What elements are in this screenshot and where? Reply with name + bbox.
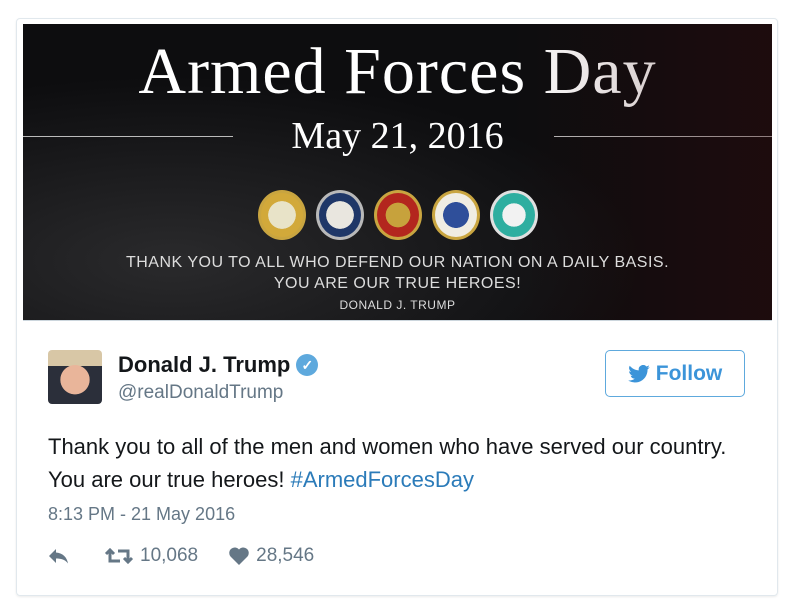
- avatar[interactable]: [48, 350, 102, 404]
- banner-date: May 21, 2016: [291, 115, 504, 157]
- author-name[interactable]: Donald J. Trump ✓: [118, 352, 319, 378]
- banner-title: Armed Forces Day: [138, 35, 657, 108]
- divider: [554, 136, 772, 137]
- like-button[interactable]: 28,546: [228, 545, 314, 567]
- banner-message-line1: THANK YOU TO ALL WHO DEFEND OUR NATION O…: [125, 254, 670, 271]
- follow-button[interactable]: Follow: [605, 350, 745, 397]
- marine-corps-seal-icon: [373, 190, 422, 240]
- army-seal-icon: [257, 190, 306, 240]
- hashtag-link[interactable]: #ArmedForcesDay: [291, 467, 474, 492]
- author-handle[interactable]: @realDonaldTrump: [118, 382, 283, 404]
- tweet-text: Thank you to all of the men and women wh…: [48, 430, 748, 496]
- navy-seal-icon: [315, 190, 364, 240]
- retweet-button[interactable]: 10,068: [104, 545, 198, 567]
- tweet-timestamp[interactable]: 8:13 PM - 21 May 2016: [48, 504, 235, 525]
- heart-icon: [229, 547, 249, 565]
- retweet-icon: [104, 547, 134, 565]
- banner-message-line2: YOU ARE OUR TRUE HEROES!: [273, 275, 522, 292]
- follow-label: Follow: [655, 361, 723, 385]
- tweet-image[interactable]: Armed Forces Day May 21, 2016 THANK YOU …: [23, 24, 772, 321]
- banner-signature: DONALD J. TRUMP: [339, 298, 456, 312]
- like-count: 28,546: [256, 545, 315, 566]
- tweet-actions: 10,068 28,546: [48, 545, 314, 567]
- reply-icon: [49, 549, 68, 564]
- coast-guard-seal-icon: [489, 190, 538, 240]
- service-seals: [23, 190, 772, 240]
- author-name-text: Donald J. Trump: [118, 352, 291, 377]
- reply-button[interactable]: [48, 547, 70, 565]
- twitter-bird-icon: [627, 364, 650, 382]
- air-force-seal-icon: [431, 190, 480, 240]
- retweet-count: 10,068: [140, 545, 199, 566]
- verified-badge-icon: ✓: [296, 354, 319, 376]
